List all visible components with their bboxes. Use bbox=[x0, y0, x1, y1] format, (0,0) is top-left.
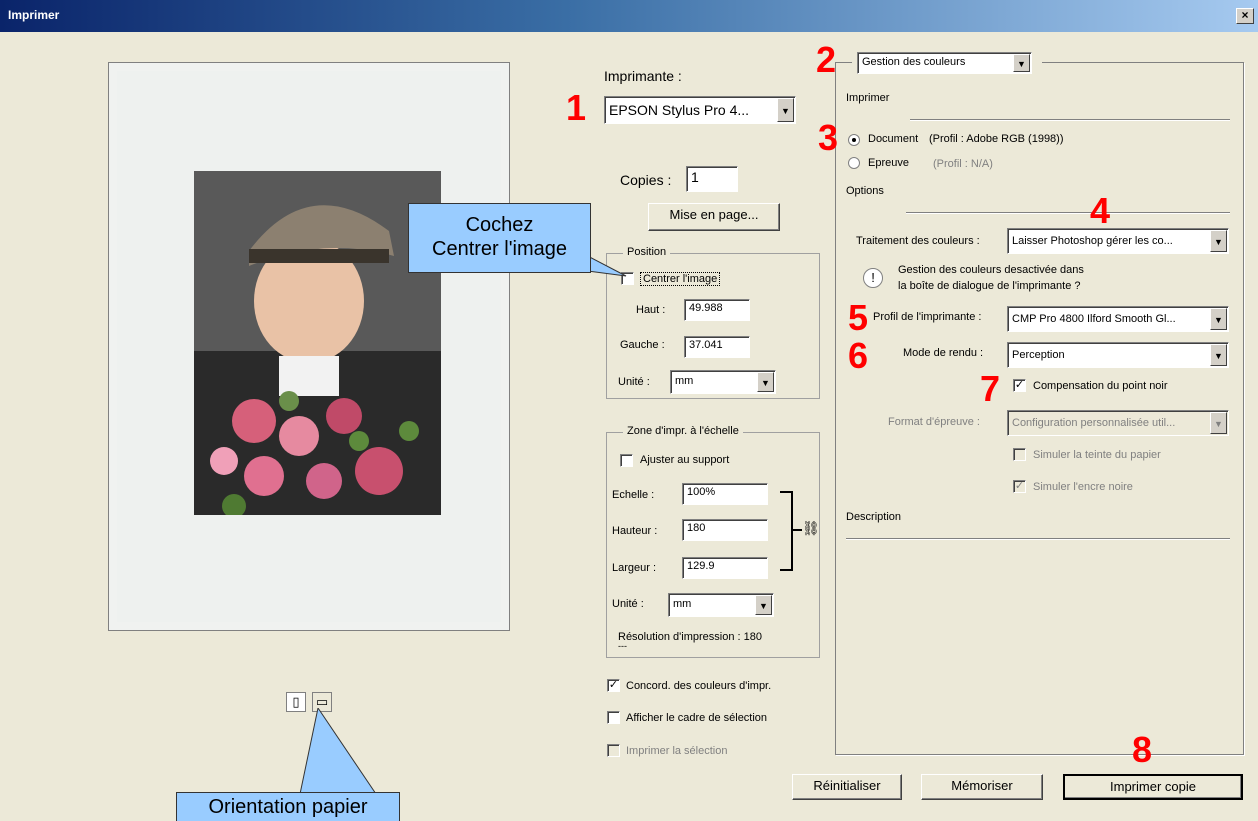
document-profile: (Profil : Adobe RGB (1998)) bbox=[929, 133, 1064, 145]
chevron-down-icon: ▼ bbox=[1210, 230, 1227, 252]
printer-select[interactable]: EPSON Stylus Pro 4... ▼ bbox=[604, 96, 796, 124]
show-bbox-checkbox[interactable] bbox=[607, 711, 620, 724]
close-button[interactable]: × bbox=[1236, 8, 1254, 24]
print-selection-checkbox[interactable] bbox=[607, 744, 620, 757]
annotation-1: 1 bbox=[566, 87, 587, 128]
color-handling-select[interactable]: Laisser Photoshop gérer les co... ▼ bbox=[1007, 228, 1229, 254]
chevron-down-icon: ▼ bbox=[1210, 412, 1227, 434]
chevron-down-icon: ▼ bbox=[1210, 308, 1227, 330]
position-unit-label: Unité : bbox=[618, 376, 650, 388]
simulate-ink-label: Simuler l'encre noire bbox=[1033, 481, 1133, 493]
options-heading: Options bbox=[846, 185, 884, 197]
reset-button[interactable]: Réinitialiser bbox=[792, 774, 902, 800]
printer-profile-label: Profil de l'imprimante : bbox=[873, 311, 982, 323]
callout-center-image: Cochez Centrer l'image bbox=[408, 203, 591, 273]
chevron-down-icon: ▼ bbox=[755, 595, 772, 615]
top-label: Haut : bbox=[636, 304, 666, 316]
copies-input[interactable]: 1 bbox=[686, 166, 738, 192]
black-point-label: Compensation du point noir bbox=[1033, 380, 1168, 392]
annotation-6: 6 bbox=[848, 335, 869, 376]
printer-profile-select[interactable]: CMP Pro 4800 Ilford Smooth Gl... ▼ bbox=[1007, 306, 1229, 332]
proof-profile: (Profil : N/A) bbox=[933, 158, 993, 170]
chevron-down-icon: ▼ bbox=[777, 98, 794, 122]
warning-line-2: la boîte de dialogue de l'imprimante ? bbox=[898, 280, 1081, 292]
chevron-down-icon: ▼ bbox=[757, 372, 774, 392]
left-label: Gauche : bbox=[620, 339, 665, 351]
simulate-paper-checkbox[interactable] bbox=[1013, 448, 1026, 461]
print-selection-label: Imprimer la sélection bbox=[626, 745, 728, 757]
copies-label: Copies : bbox=[620, 172, 672, 188]
document-label: Document bbox=[868, 133, 919, 145]
print-resolution: Résolution d'impression : 180 bbox=[618, 631, 762, 643]
proof-setup-select[interactable]: Configuration personnalisée util... ▼ bbox=[1007, 410, 1229, 436]
height-input[interactable]: 180 bbox=[682, 519, 768, 541]
document-radio[interactable] bbox=[848, 134, 860, 146]
proof-radio[interactable] bbox=[848, 157, 860, 169]
preview-paper bbox=[117, 71, 501, 622]
height-label: Hauteur : bbox=[612, 525, 658, 537]
warning-line-1: Gestion des couleurs desactivée dans bbox=[898, 264, 1084, 276]
width-input[interactable]: 129.9 bbox=[682, 557, 768, 579]
proof-label: Epreuve bbox=[868, 157, 909, 169]
window-title: Imprimer bbox=[8, 8, 60, 22]
rendering-intent-label: Mode de rendu : bbox=[903, 347, 984, 359]
chevron-down-icon: ▼ bbox=[1013, 54, 1030, 72]
black-point-checkbox[interactable]: ✓ bbox=[1013, 379, 1026, 392]
warning-icon: ! bbox=[863, 268, 883, 288]
printer-label: Imprimante : bbox=[604, 68, 682, 84]
color-handling-label: Traitement des couleurs : bbox=[856, 235, 980, 247]
simulate-ink-checkbox[interactable]: ✓ bbox=[1013, 480, 1026, 493]
page-setup-button[interactable]: Mise en page... bbox=[648, 203, 780, 231]
simulate-paper-label: Simuler la teinte du papier bbox=[1033, 449, 1161, 461]
callout-orientation-pointer bbox=[299, 708, 377, 795]
print-resolution-sub: --- bbox=[618, 641, 627, 651]
scale-unit-select[interactable]: mm ▼ bbox=[668, 593, 774, 617]
callout-orientation: Orientation papier bbox=[176, 792, 400, 821]
match-colors-checkbox[interactable]: ✓ bbox=[607, 679, 620, 692]
position-unit-select[interactable]: mm ▼ bbox=[670, 370, 776, 394]
callout-center-line-2: Centrer l'image bbox=[432, 238, 567, 260]
chevron-down-icon: ▼ bbox=[1210, 344, 1227, 366]
remember-button[interactable]: Mémoriser bbox=[921, 774, 1043, 800]
section-select[interactable]: Gestion des couleurs ▼ bbox=[857, 52, 1032, 74]
left-input[interactable]: 37.041 bbox=[684, 336, 750, 358]
description-heading: Description bbox=[846, 511, 902, 523]
fit-media-label: Ajuster au support bbox=[640, 454, 730, 466]
scale-label: Echelle : bbox=[612, 489, 655, 501]
print-heading: Imprimer bbox=[846, 92, 890, 104]
width-label: Largeur : bbox=[612, 562, 657, 574]
annotation-7: 7 bbox=[980, 368, 1001, 409]
center-image-label: Centrer l'image bbox=[640, 272, 721, 286]
callout-center-line-1: Cochez bbox=[465, 214, 534, 236]
top-input[interactable]: 49.988 bbox=[684, 299, 750, 321]
annotation-2: 2 bbox=[816, 39, 837, 80]
print-copy-button[interactable]: Imprimer copie bbox=[1063, 774, 1243, 800]
preview-photo[interactable] bbox=[194, 171, 441, 515]
annotation-5: 5 bbox=[848, 297, 869, 338]
rendering-intent-select[interactable]: Perception ▼ bbox=[1007, 342, 1229, 368]
match-colors-label: Concord. des couleurs d'impr. bbox=[626, 680, 772, 692]
annotation-4: 4 bbox=[1090, 190, 1111, 231]
scale-legend: Zone d'impr. à l'échelle bbox=[623, 425, 743, 437]
annotation-3: 3 bbox=[818, 117, 839, 158]
scale-input[interactable]: 100% bbox=[682, 483, 768, 505]
chain-link-icon[interactable]: ⛓ bbox=[802, 520, 820, 537]
photo-illustration bbox=[194, 171, 441, 515]
print-preview bbox=[108, 62, 510, 631]
show-bbox-label: Afficher le cadre de sélection bbox=[626, 712, 768, 724]
fit-media-checkbox[interactable] bbox=[620, 454, 633, 467]
title-bar: Imprimer × bbox=[0, 0, 1258, 32]
scale-unit-label: Unité : bbox=[612, 598, 644, 610]
annotation-8: 8 bbox=[1132, 729, 1153, 770]
proof-setup-label: Format d'épreuve : bbox=[888, 416, 980, 428]
